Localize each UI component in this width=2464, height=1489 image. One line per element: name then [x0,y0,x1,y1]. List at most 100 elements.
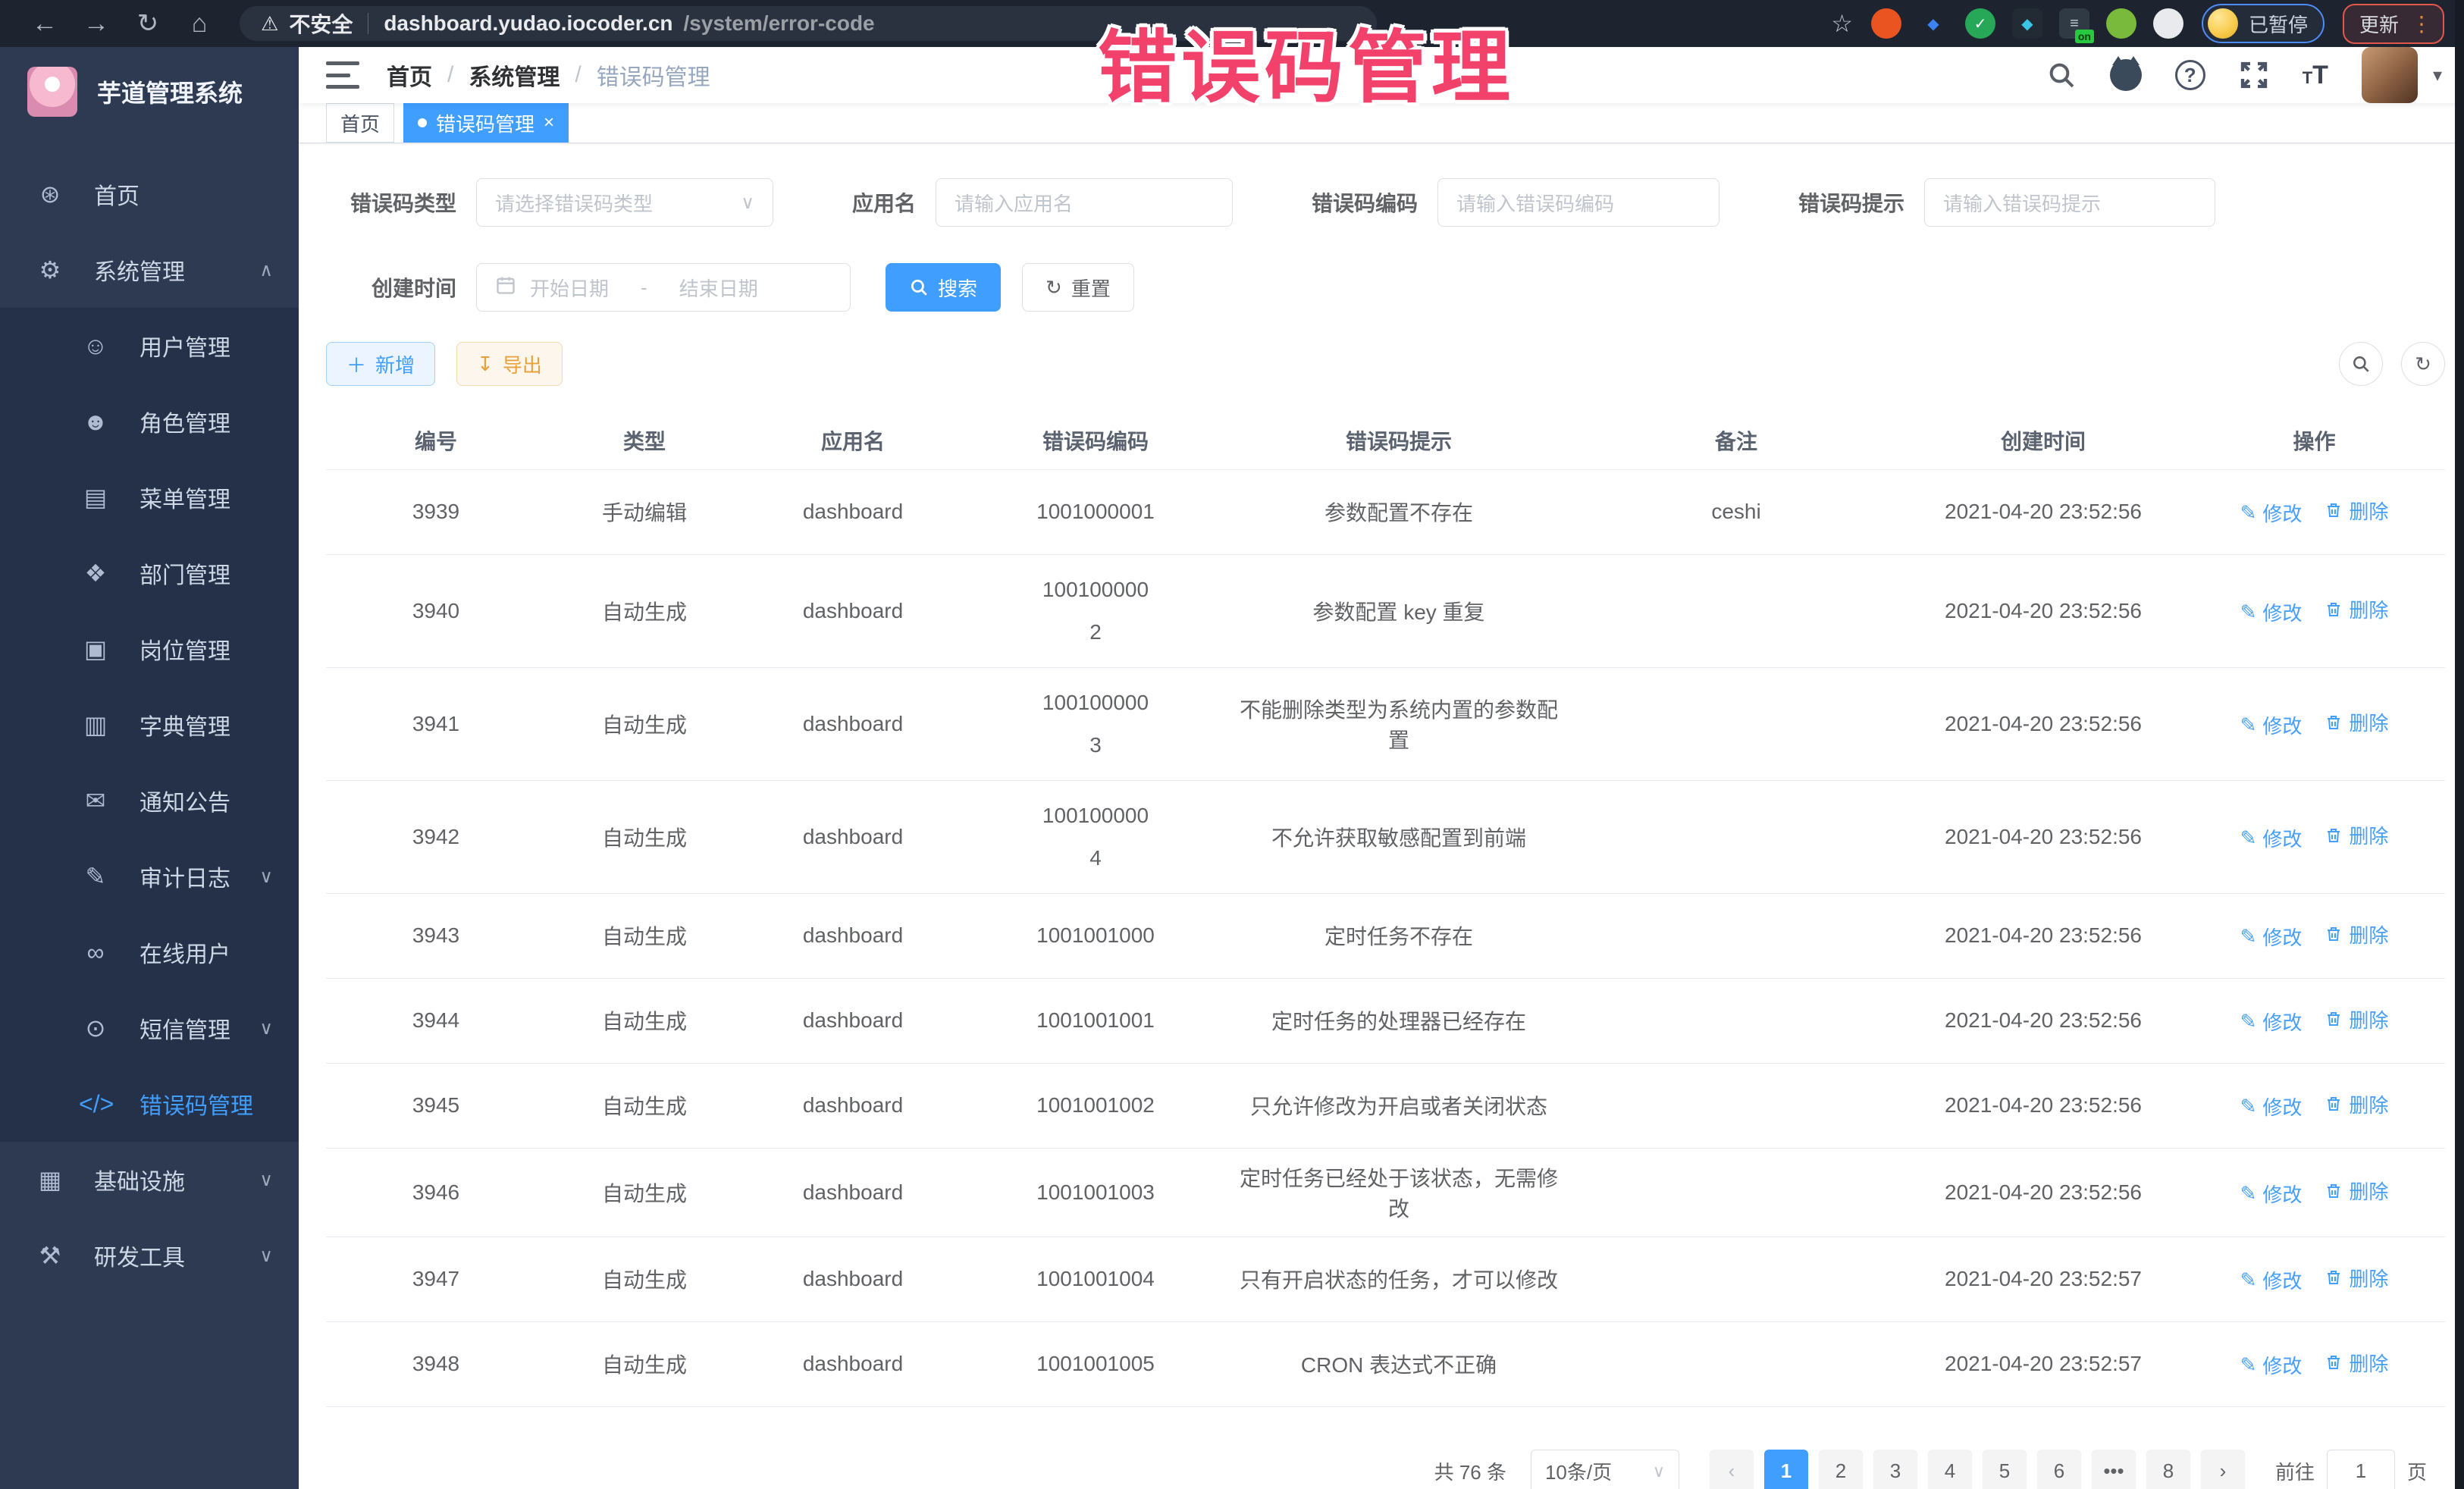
edit-link[interactable]: ✎修改 [2240,1180,2303,1208]
error-code-value: 1001001000 [1036,923,1155,947]
extension-puzzle-icon[interactable] [2153,8,2183,39]
delete-link[interactable]: 删除 [2324,1349,2388,1377]
date-range-input[interactable]: 开始日期 - 结束日期 [476,263,851,312]
edit-link[interactable]: ✎修改 [2240,1351,2303,1379]
user-menu-caret-icon[interactable]: ▾ [2433,64,2442,86]
cell-message: 不能删除类型为系统内置的参数配置 [1228,667,1569,780]
edit-link[interactable]: ✎修改 [2240,824,2303,852]
bookmark-star-icon[interactable]: ☆ [1831,9,1853,38]
error-hint-input[interactable]: 请输入错误码提示 [1924,178,2215,227]
sidebar-item-position-management[interactable]: ▣岗位管理 [0,611,299,687]
edit-link[interactable]: ✎修改 [2240,1266,2303,1294]
app-name-input[interactable]: 请输入应用名 [936,178,1233,227]
app-logo[interactable]: 芋道管理系统 [0,47,299,136]
edit-link[interactable]: ✎修改 [2240,711,2303,739]
page-button-1[interactable]: 1 [1764,1450,1808,1489]
edit-link[interactable]: ✎修改 [2240,1008,2303,1036]
cell-remark [1569,1237,1903,1321]
page-button-4[interactable]: 4 [1928,1450,1972,1489]
edit-link[interactable]: ✎修改 [2240,923,2303,951]
goto-suffix-label: 页 [2407,1457,2427,1485]
delete-link[interactable]: 删除 [2324,1177,2388,1205]
sidebar-item-menu-management[interactable]: ▤菜单管理 [0,459,299,535]
page-size-select[interactable]: 10条/页 ∨ [1531,1450,1679,1489]
error-type-select[interactable]: 请选择错误码类型 ∨ [476,178,773,227]
reset-button[interactable]: ↻ 重置 [1022,263,1134,312]
prev-page-button[interactable]: ‹ [1710,1450,1754,1489]
extension-green-check-icon[interactable]: ✓ [1965,8,1995,39]
close-icon[interactable]: × [544,112,554,133]
browser-home-icon[interactable]: ⌂ [177,9,221,39]
sidebar-item-error-code-management[interactable]: </>错误码管理 [0,1066,299,1142]
sidebar-item-sms-management[interactable]: ⊙短信管理∨ [0,990,299,1066]
sidebar-item-online-users[interactable]: ∞在线用户 [0,914,299,990]
sidebar-item-audit-log[interactable]: ✎审计日志∨ [0,839,299,914]
delete-link[interactable]: 删除 [2324,497,2388,525]
sidebar-item-department-management[interactable]: ❖部门管理 [0,535,299,611]
delete-link[interactable]: 删除 [2324,920,2388,948]
edit-link[interactable]: ✎修改 [2240,598,2303,626]
sidebar-toggle-icon[interactable] [326,61,359,89]
breadcrumb-item[interactable]: 首页 [387,58,432,92]
browser-menu-icon[interactable]: ⋮ [2411,11,2432,36]
sidebar-item-dictionary-management[interactable]: ▥字典管理 [0,687,299,763]
sidebar-item-user-management[interactable]: ☺用户管理 [0,308,299,384]
delete-link[interactable]: 删除 [2324,1005,2388,1033]
window-edge-scrollbar[interactable] [2455,0,2464,1489]
sidebar-item-home[interactable]: ⊛首页 [0,156,299,232]
browser-reload-icon[interactable]: ↻ [126,8,170,39]
delete-link[interactable]: 删除 [2324,595,2388,623]
fullscreen-icon[interactable] [2239,60,2269,90]
edit-label: 修改 [2262,1008,2302,1036]
delete-label: 删除 [2349,708,2388,736]
active-tag-dot [418,118,427,127]
extension-dark-tiles-icon[interactable]: ◆ [2012,8,2042,39]
sidebar-item-infrastructure[interactable]: ▦基础设施∨ [0,1142,299,1218]
edit-link[interactable]: ✎修改 [2240,1092,2303,1121]
user-avatar[interactable] [2362,47,2418,103]
extension-green-key-icon[interactable] [2106,8,2136,39]
delete-link[interactable]: 删除 [2324,1090,2388,1118]
edit-link[interactable]: ✎修改 [2240,499,2303,527]
browser-back-icon[interactable]: ← [23,9,67,39]
page-button-3[interactable]: 3 [1873,1450,1917,1489]
page-button-8[interactable]: 8 [2146,1450,2190,1489]
extension-blue-gem-icon[interactable]: ◆ [1918,8,1948,39]
tab-active[interactable]: 错误码管理× [403,103,569,143]
browser-forward-icon[interactable]: → [74,9,118,39]
goto-page-input[interactable]: 1 [2327,1450,2395,1489]
sidebar-item-system-management[interactable]: ⚙系统管理∧ [0,232,299,308]
page-button-6[interactable]: 6 [2037,1450,2081,1489]
search-button[interactable]: 搜索 [886,263,1001,312]
extension-switch-on-icon[interactable]: ≡on [2059,8,2089,39]
sidebar-item-role-management[interactable]: ☻角色管理 [0,384,299,459]
toggle-search-button[interactable] [2339,342,2383,386]
delete-link[interactable]: 删除 [2324,1264,2388,1292]
github-icon[interactable] [2110,59,2142,91]
export-button[interactable]: ↧ 导出 [456,342,563,386]
browser-profile-chip[interactable]: 已暂停 [2202,4,2324,43]
extension-orange-circle-icon[interactable] [1871,8,1901,39]
sidebar-item-announcement[interactable]: ✉通知公告 [0,763,299,839]
cell-remark [1569,1321,1903,1406]
delete-link[interactable]: 删除 [2324,821,2388,849]
cell-type: 自动生成 [546,667,743,780]
help-icon[interactable]: ? [2175,60,2205,90]
page-button-5[interactable]: 5 [1983,1450,2027,1489]
refresh-table-button[interactable]: ↻ [2401,342,2445,386]
breadcrumb-item[interactable]: 系统管理 [469,58,560,92]
goto-label: 前往 [2275,1457,2315,1485]
tab-item[interactable]: 首页 [326,103,394,143]
sidebar-item-dev-tools[interactable]: ⚒研发工具∨ [0,1218,299,1293]
font-size-icon[interactable]: TT [2303,61,2328,90]
cell-id: 3948 [326,1321,546,1406]
more-pages-icon[interactable]: ••• [2092,1450,2136,1489]
error-code-input[interactable]: 请输入错误码编码 [1437,178,1719,227]
header-search-icon[interactable] [2046,60,2077,90]
column-header: 错误码提示 [1228,412,1569,469]
next-page-button[interactable]: › [2201,1450,2245,1489]
add-button[interactable]: ＋ 新增 [326,342,435,386]
delete-link[interactable]: 删除 [2324,708,2388,736]
browser-update-button[interactable]: 更新 ⋮ [2343,4,2444,44]
page-button-2[interactable]: 2 [1819,1450,1863,1489]
